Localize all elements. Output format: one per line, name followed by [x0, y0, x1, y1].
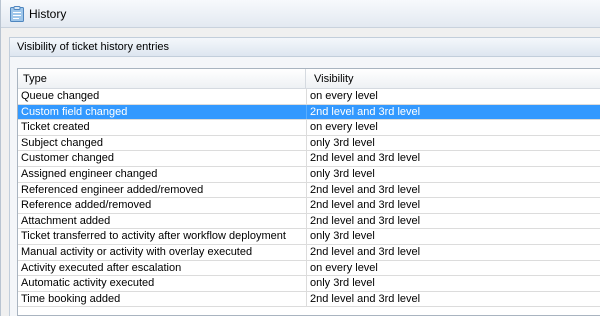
table-row[interactable]: Time booking added 2nd level and 3rd leve…: [18, 291, 600, 308]
table-row[interactable]: Referenced engineer added/removed 2nd lev…: [18, 182, 600, 199]
table-body: Queue changed on every level Custom field …: [18, 89, 600, 308]
cell-divider: [306, 229, 307, 244]
cell-type: Assigned engineer changed: [21, 167, 158, 180]
cell-type: Activity executed after escalation: [21, 261, 182, 274]
table-row[interactable]: Automatic activity executed only 3rd leve…: [18, 276, 600, 292]
cell-divider: [306, 104, 307, 120]
cell-type: Subject changed: [21, 136, 103, 149]
cell-visibility[interactable]: 2nd level and 3rd level: [310, 198, 420, 213]
cell-visibility[interactable]: 2nd level and 3rd level: [310, 151, 420, 166]
cell-visibility[interactable]: on every level: [310, 261, 378, 276]
panel-header: Visibility of ticket history entries: [9, 37, 600, 57]
cell-visibility[interactable]: only 3rd level: [310, 136, 375, 151]
cell-divider: [306, 198, 307, 213]
cell-divider: [306, 260, 307, 276]
table-header: Type Visibility: [18, 69, 600, 89]
history-window: History Visibility of ticket history ent…: [0, 0, 600, 316]
panel-title: Visibility of ticket history entries: [17, 41, 170, 53]
table-row[interactable]: Manual activity or activity with overlay…: [18, 244, 600, 261]
cell-divider: [306, 89, 307, 104]
cell-visibility[interactable]: only 3rd level: [310, 276, 375, 291]
history-visibility-table: Type Visibility Queue changed on every le…: [17, 68, 600, 316]
column-header-visibility[interactable]: Visibility: [314, 73, 354, 85]
column-header-type[interactable]: Type: [23, 73, 47, 85]
cell-divider: [306, 166, 307, 182]
table-row[interactable]: Customer changed 2nd level and 3rd level: [18, 151, 600, 167]
cell-visibility[interactable]: 2nd level and 3rd level: [310, 214, 420, 229]
cell-type: Custom field changed: [21, 105, 128, 118]
cell-type: Reference added/removed: [21, 199, 152, 212]
cell-type: Manual activity or activity with overlay…: [21, 245, 253, 258]
table-row[interactable]: Assigned engineer changed only 3rd level: [18, 166, 600, 183]
cell-divider: [306, 213, 307, 229]
title-bar[interactable]: History: [1, 0, 600, 28]
cell-visibility[interactable]: only 3rd level: [310, 229, 375, 244]
cell-type: Automatic activity executed: [21, 277, 155, 290]
cell-visibility[interactable]: on every level: [310, 120, 378, 135]
cell-divider: [306, 182, 307, 198]
cell-visibility[interactable]: 2nd level and 3rd level: [310, 105, 420, 120]
cell-visibility[interactable]: 2nd level and 3rd level: [310, 292, 420, 307]
cell-type: Customer changed: [21, 152, 114, 165]
table-row[interactable]: Custom field changed 2nd level and 3rd le…: [18, 104, 600, 121]
cell-type: Time booking added: [21, 292, 121, 305]
clipboard-icon: [10, 6, 24, 22]
table-row[interactable]: Reference added/removed 2nd level and 3rd…: [18, 198, 600, 214]
cell-visibility[interactable]: 2nd level and 3rd level: [310, 245, 420, 260]
cell-divider: [306, 291, 307, 307]
cell-divider: [306, 276, 307, 291]
table-row[interactable]: Ticket created on every level: [18, 120, 600, 136]
table-row[interactable]: Activity executed after escalation on eve…: [18, 260, 600, 277]
cell-visibility[interactable]: only 3rd level: [310, 167, 375, 182]
cell-divider: [306, 120, 307, 135]
cell-type: Referenced engineer added/removed: [21, 183, 204, 196]
table-row[interactable]: Subject changed only 3rd level: [18, 135, 600, 152]
cell-divider: [306, 151, 307, 166]
table-row[interactable]: Ticket transferred to activity after wor…: [18, 229, 600, 245]
cell-divider: [306, 135, 307, 151]
window-title: History: [29, 7, 67, 21]
table-row[interactable]: Queue changed on every level: [18, 89, 600, 105]
column-divider[interactable]: [305, 69, 306, 89]
cell-type: Attachment added: [21, 214, 111, 227]
table-row[interactable]: Attachment added 2nd level and 3rd level: [18, 213, 600, 230]
cell-divider: [306, 244, 307, 260]
cell-type: Ticket transferred to activity after wor…: [21, 230, 286, 243]
cell-visibility[interactable]: 2nd level and 3rd level: [310, 183, 420, 198]
cell-type: Ticket created: [21, 121, 90, 134]
cell-type: Queue changed: [21, 90, 100, 102]
cell-visibility[interactable]: on every level: [310, 89, 378, 104]
